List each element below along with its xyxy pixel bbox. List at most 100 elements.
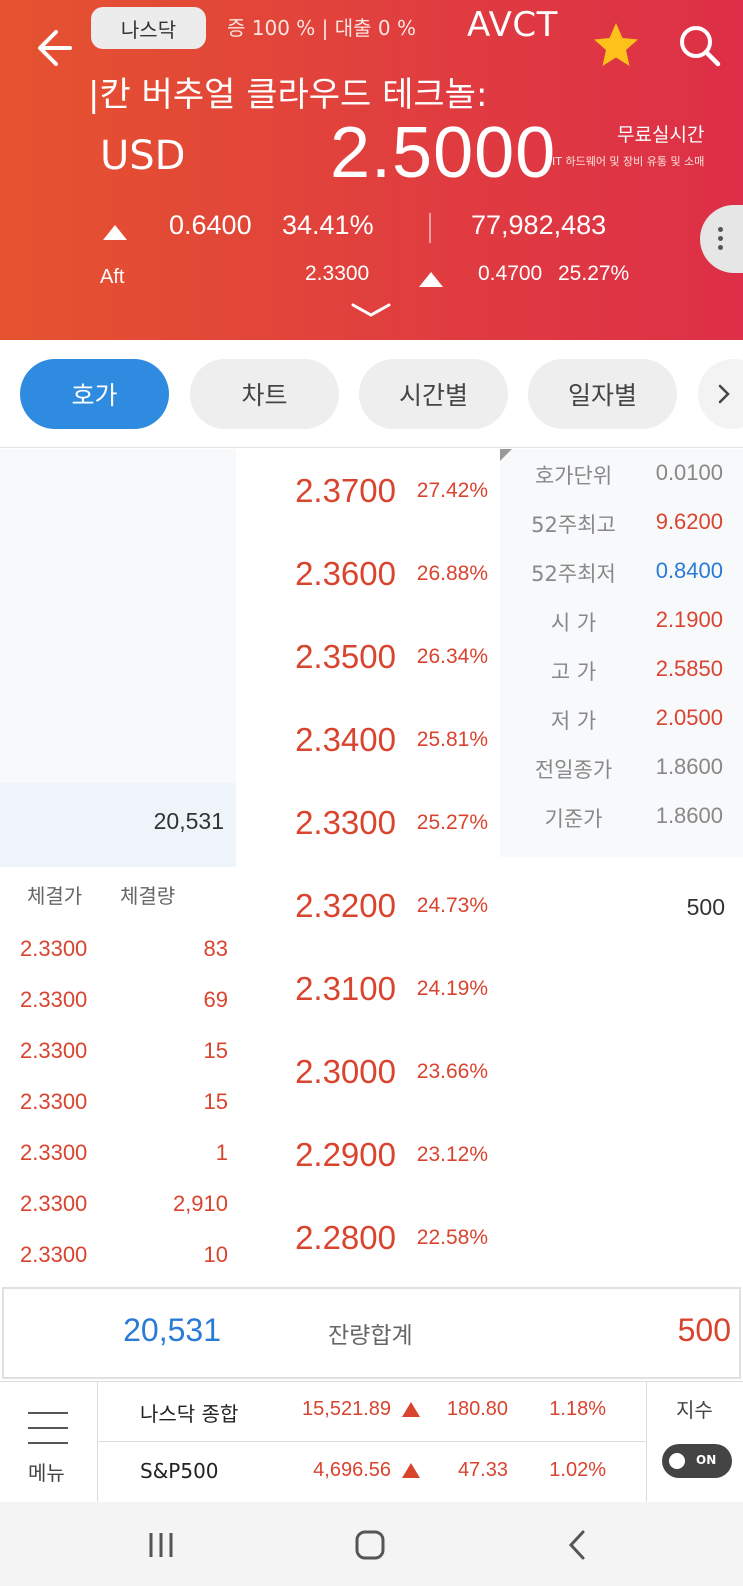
- price-level-row[interactable]: 2.3600 26.88%: [236, 532, 500, 615]
- info-label: 저 가: [550, 709, 597, 733]
- info-label: 고 가: [550, 660, 597, 684]
- total-bid-quantity: 20,531: [123, 1312, 221, 1348]
- tab-scroll-right[interactable]: [698, 359, 743, 429]
- price-change: 0.6400: [169, 210, 252, 240]
- index-toggle[interactable]: ON: [662, 1444, 732, 1478]
- star-icon[interactable]: [588, 18, 644, 74]
- index-change-pct: 1.18%: [549, 1398, 606, 1420]
- up-triangle-icon: [103, 225, 127, 240]
- price-level-row[interactable]: 2.3200 24.73%: [236, 864, 500, 947]
- trade-volume: 69: [203, 987, 228, 1012]
- info-value: 2.5850: [655, 656, 723, 681]
- info-label: 기준가: [544, 807, 603, 831]
- menu-label: 메뉴: [28, 1461, 65, 1485]
- info-label: 전일종가: [534, 758, 613, 782]
- recent-apps-icon[interactable]: [138, 1522, 184, 1568]
- divider: [429, 213, 431, 243]
- price-level: 2.3600: [295, 554, 396, 592]
- price-level-pct: 22.58%: [416, 1225, 488, 1249]
- back-arrow-icon[interactable]: [30, 20, 86, 76]
- total-ask-quantity: 500: [677, 1312, 731, 1348]
- info-value: 1.8600: [655, 803, 723, 828]
- info-label: 52주최고: [531, 513, 616, 537]
- price-level-pct: 26.88%: [416, 561, 488, 585]
- hamburger-icon: [28, 1427, 68, 1429]
- trade-volume: 83: [203, 936, 228, 961]
- index-value: 15,521.89: [302, 1398, 391, 1420]
- divider: [98, 1441, 646, 1442]
- trade-volume: 15: [203, 1089, 228, 1114]
- info-value: 0.8400: [655, 558, 723, 583]
- trades-header-volume: 체결량: [120, 884, 176, 908]
- bid-quantity: 20,531: [153, 808, 224, 834]
- index-name[interactable]: S&P500: [140, 1459, 219, 1483]
- price-level: 2.3400: [295, 720, 396, 758]
- price-level: 2.2800: [295, 1218, 396, 1256]
- price-level-pct: 24.19%: [416, 976, 488, 1000]
- price-level-row[interactable]: 2.2900 23.12%: [236, 1113, 500, 1196]
- trades-header-price: 체결가: [27, 884, 83, 908]
- info-label: 52주최저: [531, 562, 616, 586]
- back-icon[interactable]: [555, 1522, 601, 1568]
- info-label: 호가단위: [534, 464, 613, 488]
- price-level-row[interactable]: 2.3300 25.27%: [236, 781, 500, 864]
- trade-price: 2.3300: [20, 1038, 88, 1063]
- price-level-row[interactable]: 2.3400 25.81%: [236, 698, 500, 781]
- trade-price: 2.3300: [20, 1191, 88, 1216]
- up-triangle-icon: [402, 1402, 420, 1417]
- corner-marker-icon: [500, 449, 512, 461]
- price-level-pct: 23.66%: [416, 1059, 488, 1083]
- toggle-state: ON: [696, 1453, 717, 1467]
- index-change: 47.33: [457, 1459, 508, 1481]
- ticker-symbol: AVCT: [467, 5, 558, 45]
- stock-header: 나스닥 증 100 % | 대출 0 % AVCT |칸 버추얼 클라우드 테크…: [0, 0, 743, 340]
- up-triangle-icon: [419, 272, 443, 287]
- toggle-knob: [669, 1453, 685, 1469]
- price-level: 2.3700: [295, 471, 396, 509]
- price-level-row[interactable]: 2.3100 24.19%: [236, 947, 500, 1030]
- tab-time[interactable]: 시간별: [359, 359, 508, 429]
- price-level-pct: 25.81%: [416, 727, 488, 751]
- realtime-label: 무료실시간: [617, 124, 705, 146]
- price-level: 2.3300: [295, 803, 396, 841]
- index-value: 4,696.56: [313, 1459, 391, 1481]
- trade-volume: 10: [203, 1242, 228, 1267]
- trade-volume: 15: [203, 1038, 228, 1063]
- price-level: 2.3200: [295, 886, 396, 924]
- price-level-pct: 25.27%: [416, 810, 488, 834]
- trade-price: 2.3300: [20, 1140, 88, 1165]
- price-level-row[interactable]: 2.3500 26.34%: [236, 615, 500, 698]
- index-change: 180.80: [446, 1398, 508, 1420]
- chevron-down-icon[interactable]: [349, 300, 393, 322]
- currency-label: USD: [100, 133, 186, 179]
- home-icon[interactable]: [347, 1522, 393, 1568]
- info-label: 시 가: [550, 611, 597, 635]
- tab-chart[interactable]: 차트: [190, 359, 339, 429]
- current-price: 2.5000: [330, 113, 557, 193]
- tab-daily[interactable]: 일자별: [528, 359, 677, 429]
- margin-info: 증 100 % | 대출 0 %: [227, 16, 416, 40]
- price-level-row[interactable]: 2.3700 27.42%: [236, 449, 500, 532]
- search-icon[interactable]: [672, 18, 728, 74]
- system-nav-bar: [0, 1502, 743, 1586]
- trade-volume: 1: [215, 1140, 228, 1165]
- after-hours-price: 2.3300: [305, 262, 370, 285]
- index-name[interactable]: 나스닥 종합: [140, 1398, 238, 1427]
- up-triangle-icon: [402, 1463, 420, 1478]
- price-level-row[interactable]: 2.3000 23.66%: [236, 1030, 500, 1113]
- info-value: 2.0500: [655, 705, 723, 730]
- more-options-handle[interactable]: [700, 205, 743, 273]
- info-value: 2.1900: [655, 607, 723, 632]
- trade-price: 2.3300: [20, 1089, 88, 1114]
- tab-orderbook[interactable]: 호가: [20, 359, 169, 429]
- price-level: 2.3000: [295, 1052, 396, 1090]
- info-value: 0.0100: [655, 460, 723, 485]
- price-level-pct: 26.34%: [416, 644, 488, 668]
- price-level-row[interactable]: 2.2800 22.58%: [236, 1196, 500, 1279]
- volume: 77,982,483: [471, 210, 607, 240]
- sector-label: IT 하드웨어 및 장비 유통 및 소매: [552, 155, 705, 168]
- price-level-pct: 23.12%: [416, 1142, 488, 1166]
- trade-volume: 2,910: [172, 1191, 228, 1216]
- exchange-badge: 나스닥: [91, 7, 206, 49]
- ask-quantity: 500: [686, 894, 725, 920]
